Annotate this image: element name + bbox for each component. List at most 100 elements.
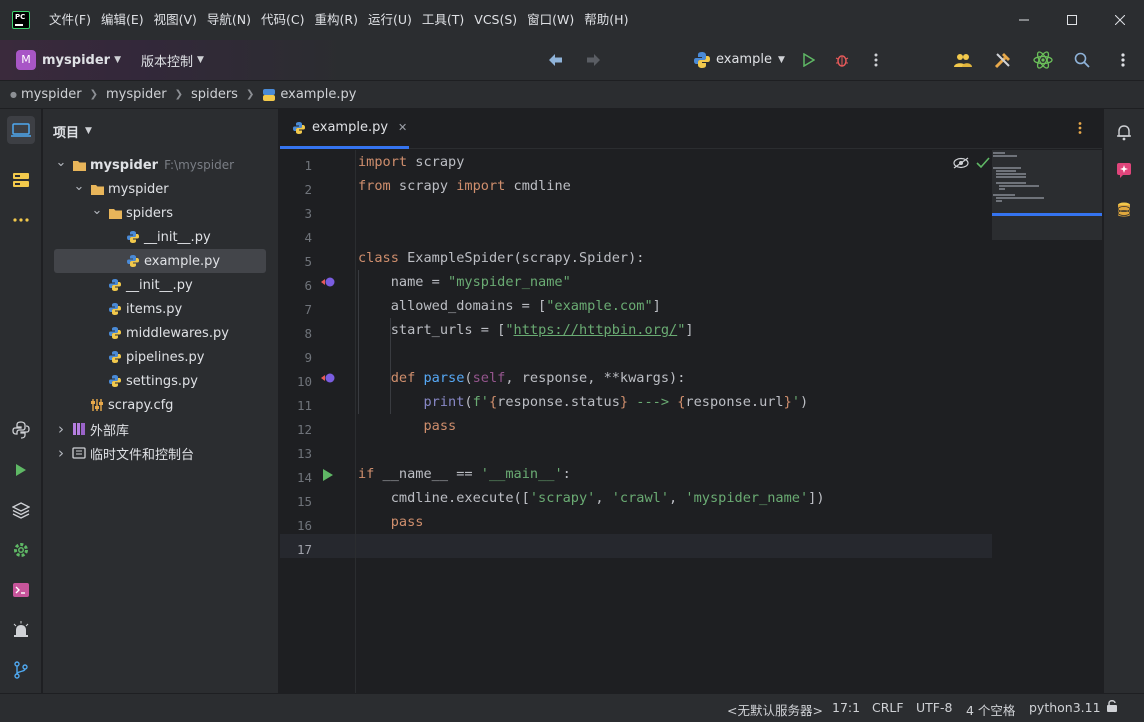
code-minimap[interactable] bbox=[992, 150, 1102, 240]
search-icon[interactable] bbox=[1072, 50, 1092, 70]
reader-mode-eye-icon[interactable] bbox=[953, 157, 969, 173]
code-line[interactable]: allowed_domains = ["example.com"] bbox=[358, 294, 661, 318]
tree-item[interactable]: example.py bbox=[43, 249, 279, 273]
menu-item[interactable]: 运行(U) bbox=[363, 7, 417, 33]
tree-item[interactable]: › 外部库 bbox=[43, 417, 279, 441]
project-panel-title[interactable]: 项目 bbox=[53, 122, 79, 141]
tree-item[interactable]: settings.py bbox=[43, 369, 279, 393]
code-line[interactable]: name = "myspider_name" bbox=[358, 270, 571, 294]
tree-item[interactable]: ⌄ spiders bbox=[43, 201, 279, 225]
vcs-widget[interactable]: 版本控制 bbox=[141, 51, 193, 70]
problems-icon[interactable] bbox=[7, 616, 35, 644]
python-interpreter[interactable]: python3.11 bbox=[1029, 700, 1101, 715]
structure-tool-icon[interactable] bbox=[7, 166, 35, 194]
tree-item[interactable]: ⌄ myspider F:\myspider bbox=[43, 153, 279, 177]
back-arrow-icon[interactable] bbox=[545, 50, 565, 70]
code-line[interactable]: if __name__ == '__main__': bbox=[358, 462, 571, 486]
file-encoding[interactable]: UTF-8 bbox=[916, 700, 952, 715]
chevron-right-icon[interactable]: › bbox=[55, 420, 67, 438]
menu-item[interactable]: 窗口(W) bbox=[522, 7, 579, 33]
maximize-button[interactable] bbox=[1048, 0, 1096, 40]
menu-item[interactable]: 重构(R) bbox=[310, 7, 363, 33]
menu-item[interactable]: 编辑(E) bbox=[96, 7, 149, 33]
layers-icon[interactable] bbox=[7, 496, 35, 524]
lock-icon[interactable] bbox=[1106, 699, 1118, 716]
code-line[interactable]: print(f'{response.status} ---> {response… bbox=[358, 390, 808, 414]
tree-item[interactable]: middlewares.py bbox=[43, 321, 279, 345]
debug-icon[interactable] bbox=[832, 50, 852, 70]
override-method-icon[interactable] bbox=[320, 371, 336, 389]
chevron-down-icon[interactable]: ▼ bbox=[114, 55, 121, 65]
forward-arrow-icon[interactable] bbox=[584, 50, 604, 70]
services-gear-icon[interactable] bbox=[7, 536, 35, 564]
more-tools-icon[interactable] bbox=[7, 206, 35, 234]
tree-item[interactable]: ⌄ myspider bbox=[43, 177, 279, 201]
tree-item[interactable]: __init__.py bbox=[43, 225, 279, 249]
inspections-ok-check-icon[interactable] bbox=[976, 157, 990, 173]
chevron-down-icon[interactable]: ⌄ bbox=[55, 155, 67, 170]
config-file-icon bbox=[89, 397, 105, 413]
chevron-down-icon[interactable]: ⌄ bbox=[73, 179, 85, 194]
code-line[interactable]: def parse(self, response, **kwargs): bbox=[358, 366, 686, 390]
run-config-selector[interactable]: example ▼ bbox=[716, 52, 785, 67]
tree-item[interactable]: __init__.py bbox=[43, 273, 279, 297]
override-method-icon[interactable] bbox=[320, 275, 336, 293]
project-widget[interactable]: myspider bbox=[42, 53, 110, 68]
code-line[interactable]: start_urls = ["https://httpbin.org/"] bbox=[358, 318, 694, 342]
python-file-icon bbox=[107, 277, 123, 293]
breadcrumb-item[interactable]: myspider bbox=[106, 87, 167, 102]
indent-settings[interactable]: 4 个空格 bbox=[966, 700, 1015, 719]
breadcrumb-item[interactable]: spiders bbox=[191, 87, 238, 102]
settings-menu-icon[interactable] bbox=[1113, 50, 1133, 70]
menu-item[interactable]: VCS(S) bbox=[469, 7, 522, 33]
more-actions-icon[interactable] bbox=[866, 50, 886, 70]
database-icon[interactable] bbox=[1110, 196, 1138, 224]
python-console-icon[interactable] bbox=[7, 416, 35, 444]
line-separator[interactable]: CRLF bbox=[872, 700, 904, 715]
menu-item[interactable]: 导航(N) bbox=[202, 7, 256, 33]
code-line[interactable]: pass bbox=[358, 414, 456, 438]
project-tool-icon[interactable] bbox=[7, 116, 35, 144]
tree-item[interactable]: items.py bbox=[43, 297, 279, 321]
editor-tab-menu-icon[interactable] bbox=[1078, 121, 1082, 139]
tree-item[interactable]: scrapy.cfg bbox=[43, 393, 279, 417]
breadcrumb-item[interactable]: myspider bbox=[21, 87, 82, 102]
close-window-button[interactable] bbox=[1096, 0, 1144, 40]
run-icon[interactable] bbox=[799, 50, 819, 70]
breadcrumb-item[interactable]: example.py bbox=[280, 87, 356, 102]
ai-assistant-icon[interactable] bbox=[1033, 50, 1053, 70]
ai-chat-icon[interactable] bbox=[1110, 156, 1138, 184]
chevron-down-icon[interactable]: ▼ bbox=[85, 126, 92, 136]
tools-icon[interactable] bbox=[993, 50, 1013, 70]
chevron-down-icon[interactable]: ⌄ bbox=[91, 203, 103, 218]
run-tool-icon[interactable] bbox=[7, 456, 35, 484]
project-badge[interactable]: M bbox=[16, 50, 36, 70]
tree-item[interactable]: pipelines.py bbox=[43, 345, 279, 369]
code-line[interactable]: import scrapy bbox=[358, 150, 464, 174]
git-branch-icon[interactable] bbox=[7, 656, 35, 684]
menu-item[interactable]: 工具(T) bbox=[417, 7, 469, 33]
code-line[interactable]: cmdline.execute(['scrapy', 'crawl', 'mys… bbox=[358, 486, 825, 510]
python-run-config-icon[interactable] bbox=[692, 50, 712, 70]
line-number: 14 bbox=[296, 470, 312, 485]
python-file-icon bbox=[107, 349, 123, 365]
terminal-icon[interactable] bbox=[7, 576, 35, 604]
chevron-right-icon[interactable]: › bbox=[55, 444, 67, 462]
code-with-me-icon[interactable] bbox=[953, 50, 973, 70]
chevron-down-icon[interactable]: ▼ bbox=[197, 55, 204, 65]
tree-item[interactable]: › 临时文件和控制台 bbox=[43, 441, 279, 465]
caret-position[interactable]: 17:1 bbox=[832, 700, 860, 715]
notifications-bell-icon[interactable] bbox=[1110, 118, 1138, 146]
interpreter-server-widget[interactable]: <无默认服务器> bbox=[727, 700, 823, 719]
menu-item[interactable]: 文件(F) bbox=[44, 7, 96, 33]
menu-item[interactable]: 代码(C) bbox=[256, 7, 309, 33]
close-tab-icon[interactable]: ✕ bbox=[398, 121, 407, 134]
code-line[interactable]: class ExampleSpider(scrapy.Spider): bbox=[358, 246, 644, 270]
code-line[interactable]: from scrapy import cmdline bbox=[358, 174, 571, 198]
run-gutter-icon[interactable] bbox=[322, 468, 334, 486]
minimize-button[interactable] bbox=[1000, 0, 1048, 40]
code-line[interactable]: pass bbox=[358, 510, 424, 534]
tab-example-py[interactable]: example.py ✕ bbox=[280, 109, 409, 149]
menu-item[interactable]: 帮助(H) bbox=[579, 7, 633, 33]
menu-item[interactable]: 视图(V) bbox=[149, 7, 202, 33]
